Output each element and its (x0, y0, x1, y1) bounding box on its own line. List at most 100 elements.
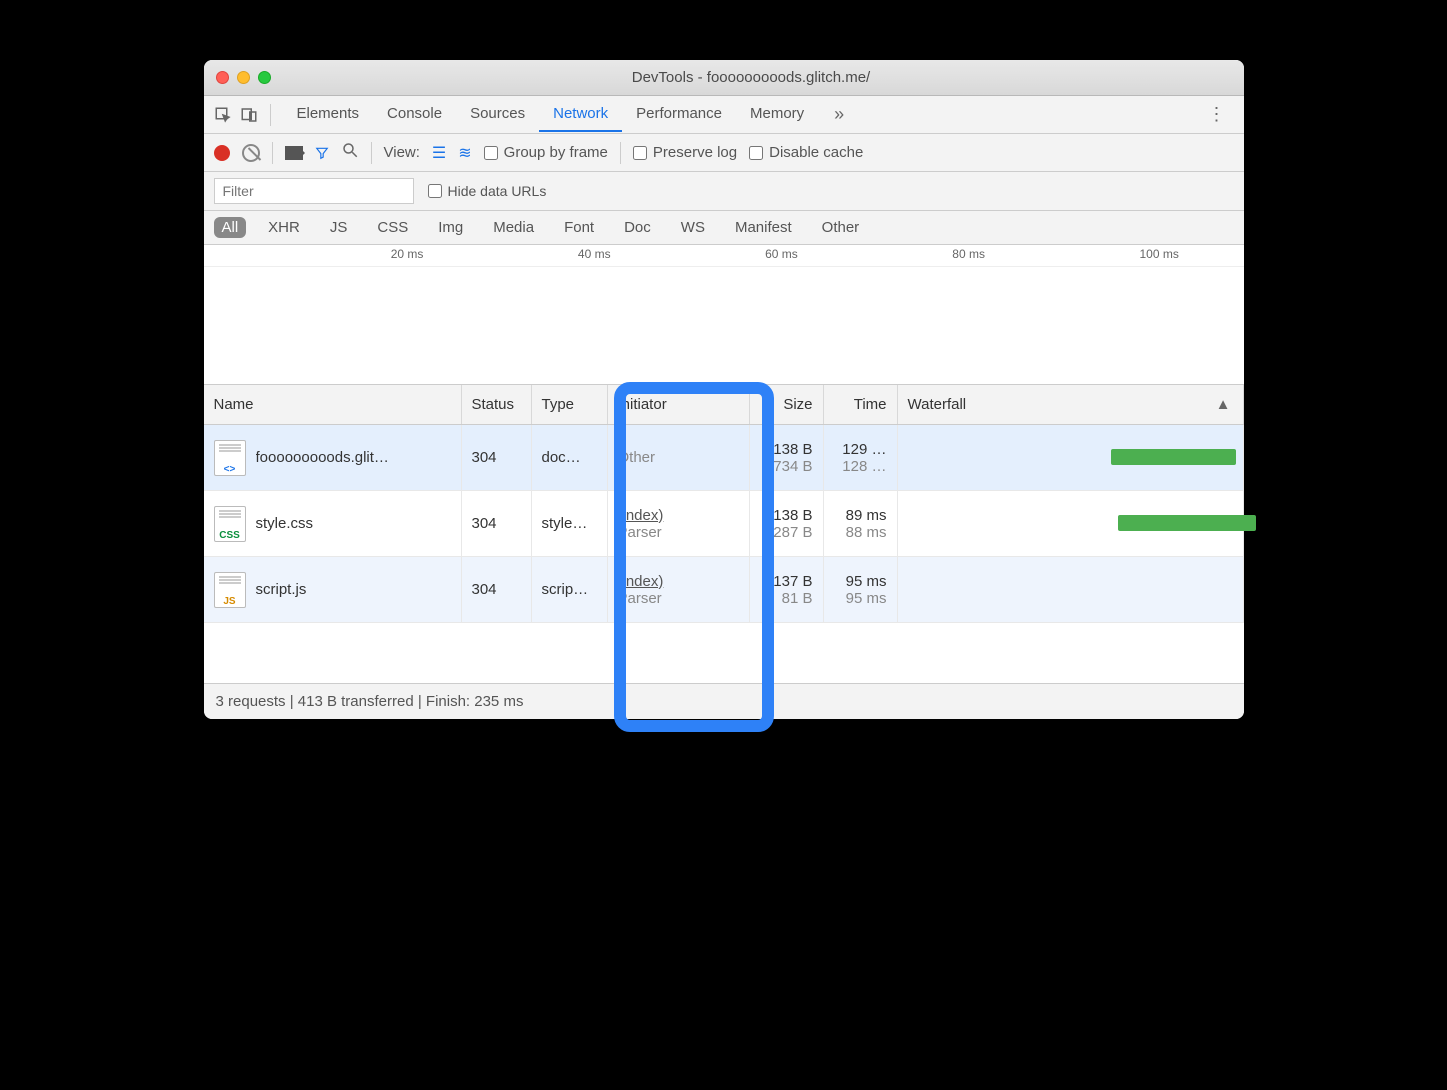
cell-status: 304 (462, 491, 532, 556)
inspect-icon[interactable] (214, 106, 232, 124)
request-name: fooooooooods.glit… (256, 449, 389, 466)
cell-size: 138 B734 B (750, 425, 824, 490)
tabs-overflow-button[interactable]: » (826, 104, 852, 125)
type-filter-bar: All XHR JS CSS Img Media Font Doc WS Manifest Othe… (204, 211, 1244, 245)
col-type[interactable]: Type (532, 385, 608, 424)
device-toggle-icon[interactable] (240, 106, 258, 124)
type-filter-ws[interactable]: WS (673, 217, 713, 238)
group-by-frame-input[interactable] (484, 146, 498, 160)
disable-cache-checkbox[interactable]: Disable cache (749, 144, 863, 161)
size-transferred: 138 B (760, 507, 813, 524)
cell-type: style… (532, 491, 608, 556)
tab-network[interactable]: Network (539, 97, 622, 132)
preserve-log-label: Preserve log (653, 144, 737, 161)
large-rows-icon[interactable]: ☰ (432, 143, 446, 163)
close-window-button[interactable] (216, 71, 229, 84)
col-initiator[interactable]: Initiator (608, 385, 750, 424)
js-file-icon: JS (214, 572, 246, 608)
table-body: <>fooooooooods.glit…304doc…Other138 B734… (204, 425, 1244, 623)
size-transferred: 138 B (760, 441, 813, 458)
type-filter-manifest[interactable]: Manifest (727, 217, 800, 238)
cell-time: 89 ms88 ms (824, 491, 898, 556)
hide-data-urls-input[interactable] (428, 184, 442, 198)
type-filter-doc[interactable]: Doc (616, 217, 659, 238)
more-menu-button[interactable]: ⋮ (1200, 104, 1234, 125)
table-row[interactable]: JSscript.js304scrip…(index)Parser137 B81… (204, 557, 1244, 623)
zoom-window-button[interactable] (258, 71, 271, 84)
col-status[interactable]: Status (462, 385, 532, 424)
view-label: View: (384, 144, 420, 161)
col-time[interactable]: Time (824, 385, 898, 424)
titlebar: DevTools - fooooooooods.glitch.me/ (204, 60, 1244, 96)
table-empty-space (204, 623, 1244, 683)
time-latency: 95 ms (834, 590, 887, 607)
clear-button[interactable] (242, 144, 260, 162)
tab-performance[interactable]: Performance (622, 97, 736, 132)
timeline-tick: 100 ms (1140, 247, 1179, 261)
size-transferred: 137 B (760, 573, 813, 590)
col-name[interactable]: Name (204, 385, 462, 424)
cell-waterfall (898, 425, 1244, 490)
time-latency: 128 … (834, 458, 887, 475)
group-by-frame-checkbox[interactable]: Group by frame (484, 144, 608, 161)
filter-input[interactable] (214, 178, 414, 204)
css-file-icon: CSS (214, 506, 246, 542)
type-filter-media[interactable]: Media (485, 217, 542, 238)
hide-data-urls-checkbox[interactable]: Hide data URLs (428, 183, 547, 199)
table-row[interactable]: CSSstyle.css304style…(index)Parser138 B2… (204, 491, 1244, 557)
waterfall-bar (1111, 449, 1235, 465)
cell-status: 304 (462, 557, 532, 622)
disable-cache-label: Disable cache (769, 144, 863, 161)
separator (371, 142, 372, 164)
tab-memory[interactable]: Memory (736, 97, 818, 132)
type-filter-js[interactable]: JS (322, 217, 356, 238)
timeline-ruler: 20 ms40 ms60 ms80 ms100 ms (204, 245, 1244, 267)
timeline-overview[interactable]: 20 ms40 ms60 ms80 ms100 ms (204, 245, 1244, 385)
table-row[interactable]: <>fooooooooods.glit…304doc…Other138 B734… (204, 425, 1244, 491)
type-filter-xhr[interactable]: XHR (260, 217, 308, 238)
cell-waterfall (898, 557, 1244, 622)
cell-size: 137 B81 B (750, 557, 824, 622)
tab-console[interactable]: Console (373, 97, 456, 132)
type-filter-font[interactable]: Font (556, 217, 602, 238)
col-waterfall[interactable]: Waterfall ▲ (898, 385, 1244, 424)
cell-type: doc… (532, 425, 608, 490)
record-button[interactable] (214, 145, 230, 161)
panel-tabs: ElementsConsoleSourcesNetworkPerformance… (204, 96, 1244, 134)
timeline-tick: 20 ms (391, 247, 424, 261)
initiator-text: Other (618, 449, 739, 466)
type-filter-other[interactable]: Other (814, 217, 868, 238)
type-filter-css[interactable]: CSS (369, 217, 416, 238)
waterfall-view-icon[interactable]: ≋ (458, 143, 471, 163)
timeline-tick: 60 ms (765, 247, 798, 261)
initiator-sub: Parser (618, 524, 739, 541)
time-total: 89 ms (834, 507, 887, 524)
preserve-log-input[interactable] (633, 146, 647, 160)
preserve-log-checkbox[interactable]: Preserve log (633, 144, 737, 161)
screenshot-icon[interactable] (285, 146, 303, 160)
devtools-window: DevTools - fooooooooods.glitch.me/ Eleme… (204, 60, 1244, 719)
table-header: Name Status Type Initiator Size Time Wat… (204, 385, 1244, 425)
disable-cache-input[interactable] (749, 146, 763, 160)
minimize-window-button[interactable] (237, 71, 250, 84)
network-toolbar: View: ☰ ≋ Group by frame Preserve log Di… (204, 134, 1244, 172)
separator (620, 142, 621, 164)
status-bar: 3 requests | 413 B transferred | Finish:… (204, 683, 1244, 719)
time-total: 95 ms (834, 573, 887, 590)
type-filter-all[interactable]: All (214, 217, 247, 238)
cell-waterfall (898, 491, 1244, 556)
initiator-link[interactable]: (index) (618, 507, 739, 524)
filter-icon[interactable] (315, 146, 329, 160)
tab-sources[interactable]: Sources (456, 97, 539, 132)
col-waterfall-label: Waterfall (908, 396, 967, 413)
time-latency: 88 ms (834, 524, 887, 541)
group-by-frame-label: Group by frame (504, 144, 608, 161)
tab-elements[interactable]: Elements (283, 97, 374, 132)
type-filter-img[interactable]: Img (430, 217, 471, 238)
search-icon[interactable] (341, 141, 359, 164)
col-size[interactable]: Size (750, 385, 824, 424)
status-summary: 3 requests | 413 B transferred | Finish:… (216, 693, 524, 710)
initiator-link[interactable]: (index) (618, 573, 739, 590)
request-name: style.css (256, 515, 314, 532)
waterfall-bar (1118, 515, 1256, 531)
